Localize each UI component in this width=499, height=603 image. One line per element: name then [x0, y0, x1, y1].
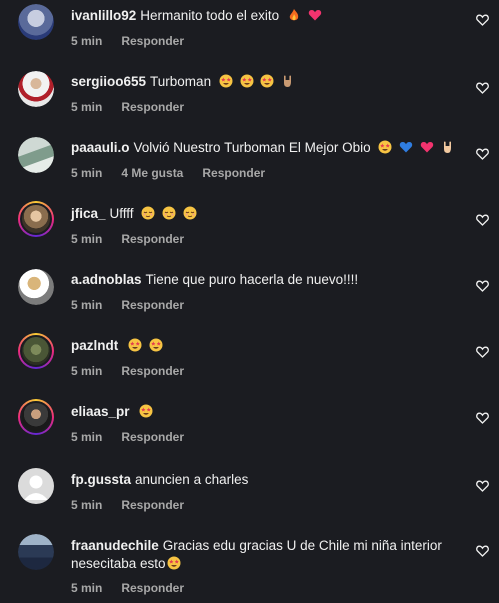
comment-item: paaauli.o Volvió Nuestro Turboman El Mejo…: [0, 132, 499, 198]
comment-item: a.adnoblas Tiene que puro hacerla de nuev…: [0, 264, 499, 330]
comment-time: 5 min: [71, 430, 103, 444]
star-struck-emoji: [378, 140, 392, 154]
comment-username[interactable]: paaauli.o: [71, 140, 130, 155]
comment-text: anuncien a charles: [135, 472, 249, 487]
comment-time: 5 min: [71, 298, 103, 312]
comment-username[interactable]: fp.gussta: [71, 472, 131, 487]
heart-icon[interactable]: [476, 14, 489, 26]
relieved-emoji: [183, 206, 197, 220]
comment-time: 5 min: [71, 166, 103, 180]
comment-item: fraanudechile Gracias edu gracias U de Ch…: [0, 528, 499, 603]
comment-username[interactable]: sergiioo655: [71, 74, 146, 89]
comment-username[interactable]: fraanudechile: [71, 538, 159, 553]
heart-emoji: [420, 142, 434, 153]
reply-button[interactable]: Responder: [121, 298, 184, 312]
avatar[interactable]: [18, 71, 54, 107]
comment-item: sergiioo655 Turboman 5 min Responder: [0, 66, 499, 132]
comment-text-line2: nesecitaba esto: [71, 556, 166, 571]
comment-username[interactable]: a.adnoblas: [71, 272, 142, 287]
comment-username[interactable]: jfica_: [71, 206, 106, 221]
comment-text: Hermanito todo el exito: [140, 8, 280, 23]
comment-time: 5 min: [71, 498, 103, 512]
star-struck-emoji: [128, 338, 142, 352]
comment-time: 5 min: [71, 364, 103, 378]
avatar[interactable]: [18, 201, 54, 237]
comment-text: Gracias edu gracias U de Chile mi niña i…: [162, 538, 442, 553]
comment-item: eliaas_pr 5 min Responder: [0, 396, 499, 462]
heart-icon[interactable]: [476, 480, 489, 492]
heart-icon[interactable]: [476, 148, 489, 160]
comment-text: Tiene que puro hacerla de nuevo!!!!: [145, 272, 359, 287]
reply-button[interactable]: Responder: [202, 166, 265, 180]
comment-item: fp.gussta anuncien a charles 5 min Respon…: [0, 462, 499, 528]
comment-item: ivanlillo92 Hermanito todo el exito 5 min…: [0, 0, 499, 66]
likes-count[interactable]: 4 Me gusta: [121, 166, 183, 180]
star-struck-emoji: [219, 74, 233, 88]
avatar[interactable]: [18, 269, 54, 305]
comment-text: Uffff: [109, 206, 134, 221]
heart-icon[interactable]: [476, 412, 489, 424]
star-struck-emoji: [167, 556, 181, 570]
comment-time: 5 min: [71, 34, 103, 48]
reply-button[interactable]: Responder: [121, 232, 184, 246]
reply-button[interactable]: Responder: [121, 364, 184, 378]
reply-button[interactable]: Responder: [121, 34, 184, 48]
comment-username[interactable]: ivanlillo92: [71, 8, 136, 23]
comment-time: 5 min: [71, 232, 103, 246]
default-avatar-icon: [24, 475, 48, 500]
comment-time: 5 min: [71, 100, 103, 114]
heart-icon[interactable]: [476, 214, 489, 226]
avatar[interactable]: [18, 399, 54, 435]
heart-icon[interactable]: [476, 346, 489, 358]
comment-item: jfica_ Uffff 5 min Responder: [0, 198, 499, 264]
avatar[interactable]: [18, 333, 54, 369]
reply-button[interactable]: Responder: [121, 430, 184, 444]
star-struck-emoji: [149, 338, 163, 352]
avatar[interactable]: [18, 4, 54, 40]
relieved-emoji: [162, 206, 176, 220]
heart-icon[interactable]: [476, 280, 489, 292]
avatar[interactable]: [18, 137, 54, 173]
reply-button[interactable]: Responder: [121, 100, 184, 114]
blue-heart-emoji: [399, 142, 413, 153]
reply-button[interactable]: Responder: [121, 581, 184, 595]
rock-hand-emoji: [284, 75, 292, 87]
avatar[interactable]: [18, 468, 54, 504]
comment-text: Volvió Nuestro Turboman El Mejor Obio: [133, 140, 371, 155]
comment-text: Turboman: [150, 74, 212, 89]
comment-username[interactable]: eliaas_pr: [71, 404, 130, 419]
heart-icon[interactable]: [476, 545, 489, 557]
avatar[interactable]: [18, 534, 54, 570]
heart-emoji: [308, 10, 321, 21]
comment-time: 5 min: [71, 581, 103, 595]
star-struck-emoji: [260, 74, 274, 88]
comment-username[interactable]: pazlndt: [71, 338, 118, 353]
star-struck-emoji: [240, 74, 254, 88]
relieved-emoji: [141, 206, 155, 220]
comment-item: pazlndt 5 min Responder: [0, 330, 499, 396]
heart-icon[interactable]: [476, 82, 489, 94]
rock-hand-emoji: [443, 141, 451, 153]
reply-button[interactable]: Responder: [121, 498, 184, 512]
fire-emoji: [289, 9, 299, 21]
star-struck-emoji: [139, 404, 153, 418]
